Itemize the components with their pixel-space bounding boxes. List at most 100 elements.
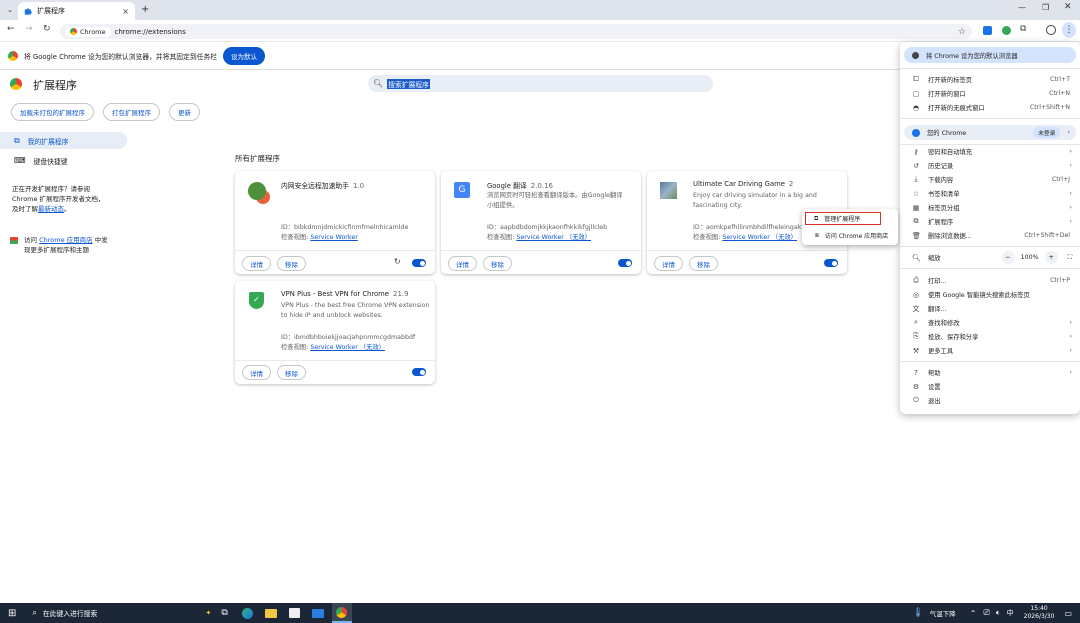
taskbar-search-input[interactable]: ⌕ 在此键入进行搜索 ✦ [26,603,211,623]
menu-item-find[interactable]: ⌕ 查找和修改 › [900,316,1080,329]
reload-icon[interactable]: ↻ [394,257,401,266]
back-icon[interactable]: ← [7,24,15,34]
vpn-extension-icon[interactable] [1002,26,1011,35]
signed-out-badge: 未登录 [1033,127,1061,138]
extensions-puzzle-icon[interactable]: ⧉ [1020,24,1026,34]
clock[interactable]: 15:40 2026/3/30 [1024,605,1055,621]
menu-item-help[interactable]: ? 帮助 › [900,366,1080,379]
window-close-icon[interactable]: ✕ [1064,2,1072,12]
details-button[interactable]: 详情 [242,256,271,271]
profile-avatar-icon[interactable] [1046,25,1056,35]
fullscreen-icon[interactable]: ⛶ [1068,254,1072,262]
latest-news-link[interactable]: 最新动态 [38,205,64,213]
inspect-view-link[interactable]: Service Worker （无效） [722,234,797,241]
omnibox[interactable]: Chrome chrome://extensions ☆ [60,24,972,39]
extension-name: 内网安全远程加速助手 [281,182,349,190]
enable-toggle[interactable] [824,259,838,267]
enable-toggle[interactable] [412,259,426,267]
extension-version: 2 [788,180,794,188]
webstore-link[interactable]: Chrome 应用商店 [39,236,93,244]
update-button[interactable]: 更新 [169,103,200,121]
menu-item-new-window[interactable]: ▢ 打开新的窗口 Ctrl+N [900,87,1080,100]
set-default-button[interactable]: 设为默认 [223,46,266,65]
network-icon[interactable]: ⎚ [983,608,989,618]
inspect-view-link[interactable]: Service Worker [310,234,357,241]
url-text[interactable]: chrome://extensions [115,28,186,36]
remove-button[interactable]: 移除 [483,256,512,271]
pack-extension-button[interactable]: 打包扩展程序 [103,103,160,121]
set-default-menu-item[interactable]: 将 Chrome 设为您的默认浏览器 [904,47,1076,63]
volume-icon[interactable]: 🔈︎ [996,608,1001,618]
translate-icon[interactable] [983,26,992,35]
restore-icon[interactable]: ❐ [1042,3,1049,12]
sidebar-item-shortcuts[interactable]: ⌨ 键盘快捷键 [0,152,68,169]
webstore-icon [10,237,18,244]
menu-item-extensions[interactable]: ⧉ 扩展程序 › [900,215,1080,228]
enable-toggle[interactable] [618,259,632,267]
remove-button[interactable]: 移除 [689,256,718,271]
menu-item-exit[interactable]: ⏻ 退出 [900,394,1080,407]
key-icon: ⚷ [913,147,919,156]
search-input[interactable]: 🔍︎ 搜索扩展程序 [368,75,713,92]
menu-item-new-tab[interactable]: ⧠ 打开新的标签页 Ctrl+T [900,73,1080,86]
tab-search-button[interactable]: ⌄ [4,4,16,16]
chevron-right-icon: › [1069,347,1072,354]
menu-item-manage-extensions[interactable]: ⧉ 管理扩展程序 [805,212,881,225]
windows-start-icon[interactable]: ⊞ [8,608,16,619]
zoom-value: 100% [1020,254,1039,261]
menu-item-profile[interactable]: 您的 Chrome 未登录 › [904,125,1076,140]
enable-toggle[interactable] [412,368,426,376]
forward-icon[interactable]: → [25,24,33,34]
menu-item-settings[interactable]: ⚙ 设置 [900,380,1080,393]
remove-button[interactable]: 移除 [277,256,306,271]
bookmark-star-icon[interactable]: ☆ [958,27,966,37]
zoom-in-button[interactable]: + [1044,251,1058,264]
help-icon: ? [914,368,918,377]
menu-item-tab-groups[interactable]: ▦ 标签页分组 › [900,201,1080,214]
car-game-icon [660,182,677,199]
menu-item-incognito[interactable]: ◓ 打开新的无痕式窗口 Ctrl+Shift+N [900,101,1080,114]
mail-icon[interactable] [311,608,324,618]
load-unpacked-button[interactable]: 加载未打包的扩展程序 [11,103,94,121]
zoom-out-button[interactable]: − [1001,251,1015,264]
store-icon[interactable] [288,608,300,618]
menu-item-visit-store[interactable]: ⧈ 访问 Chrome 应用商店 [805,229,897,242]
file-explorer-icon[interactable] [264,608,277,618]
weather-text[interactable]: 气温下降 [930,608,956,618]
minimize-icon[interactable]: — [1018,3,1026,12]
menu-item-clear-data[interactable]: 🗑︎ 删除浏览数据... Ctrl+Shift+Del [900,229,1080,242]
ime-indicator[interactable]: 中 [1007,608,1014,618]
menu-item-translate[interactable]: 文 翻译... [900,302,1080,315]
reload-icon[interactable]: ↻ [43,24,51,34]
menu-item-print[interactable]: ⎙ 打印... Ctrl+P [900,274,1080,287]
inspect-view-link[interactable]: Service Worker （无效） [310,344,385,351]
chevron-up-icon[interactable]: ⌃ [970,609,977,618]
chevron-right-icon: › [1067,129,1070,136]
task-view-icon[interactable]: ⧉ [221,608,227,618]
menu-item-bookmarks[interactable]: ☆ 书签和清单 › [900,187,1080,200]
details-button[interactable]: 详情 [448,256,477,271]
menu-item-label: 退出 [928,398,941,405]
menu-item-history[interactable]: ↺ 历史记录 › [900,159,1080,172]
menu-item-passwords[interactable]: ⚷ 密码和自动填充 › [900,145,1080,158]
notification-icon[interactable]: ▭ [1064,609,1072,618]
puzzle-icon: ⧉ [913,217,919,225]
menu-item-label: 扩展程序 [928,219,954,226]
close-icon[interactable]: × [122,7,129,16]
details-button[interactable]: 详情 [242,365,271,380]
site-chip[interactable]: Chrome [65,26,111,37]
edge-icon[interactable] [241,607,253,619]
chrome-taskbar-icon[interactable] [331,603,352,623]
details-button[interactable]: 详情 [654,256,683,271]
menu-item-downloads[interactable]: ⤓ 下载内容 Ctrl+J [900,173,1080,186]
menu-item-more-tools[interactable]: ⚒ 更多工具 › [900,344,1080,357]
remove-button[interactable]: 移除 [277,365,306,380]
new-tab-icon[interactable]: + [141,4,149,15]
inspect-view-link[interactable]: Service Worker （无效） [516,234,591,241]
sidebar-item-my-extensions[interactable]: ⧉ 我的扩展程序 [0,132,127,149]
tab-extensions[interactable]: 扩展程序 × [18,2,135,20]
kebab-menu-button[interactable]: ⋮ [1062,22,1076,38]
dev-text-end: 。 [64,205,71,213]
menu-item-cast[interactable]: ⎘ 投放、保存和分享 › [900,330,1080,343]
menu-item-lens[interactable]: ◎ 使用 Google 智能镜头搜索此标签页 [900,288,1080,301]
